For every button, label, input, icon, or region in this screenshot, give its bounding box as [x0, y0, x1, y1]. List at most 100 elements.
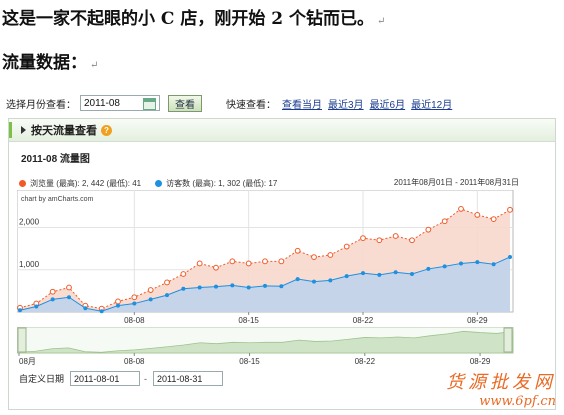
view-button[interactable]: 查看	[168, 94, 202, 112]
pv-dot-icon	[19, 179, 26, 187]
nav-tick-label: 08-22	[355, 357, 376, 365]
uv-point	[67, 295, 71, 300]
uv-point	[410, 272, 414, 276]
uv-point	[50, 297, 55, 302]
pv-point	[507, 206, 513, 213]
watermark-line-2: www.6pf.cn	[479, 394, 556, 409]
doc-text-2: 流量数据：	[2, 53, 87, 73]
y-tick-label: 1,000	[19, 260, 40, 269]
legend-item-uv[interactable]: 访客数 (最高): 1, 302 (最低): 17	[155, 178, 277, 189]
quick-link-6-months[interactable]: 最近6月	[370, 96, 406, 111]
pv-point	[278, 258, 285, 265]
uv-point	[279, 284, 284, 289]
calendar-icon[interactable]	[143, 98, 156, 110]
chart-title: 2011-08 流量图	[21, 154, 90, 165]
pv-point	[131, 294, 138, 301]
uv-point	[475, 260, 480, 265]
month-input[interactable]: 2011-08	[80, 95, 160, 111]
pv-point	[392, 233, 399, 239]
uv-point	[148, 297, 153, 302]
chart-legend: 浏览量 (最高): 2, 442 (最低): 41 访客数 (最高): 1, 3…	[19, 176, 519, 190]
pv-point	[409, 237, 415, 244]
month-label: 选择月份查看：	[6, 99, 76, 111]
pv-point	[147, 287, 154, 293]
uv-point	[508, 255, 512, 260]
pv-point	[294, 247, 301, 254]
x-tick-label: 08-15	[238, 316, 259, 325]
legend-uv-text: 访客数 (最高): 1, 302 (最低): 17	[166, 178, 278, 188]
x-tick-label: 08-29	[467, 316, 488, 325]
quick-link-12-months[interactable]: 最近12月	[411, 96, 452, 111]
pv-point	[327, 252, 334, 258]
plot-area[interactable]: chart by amCharts.com 1,000 2,000 08-08 08-1…	[16, 189, 515, 325]
date-separator: -	[144, 373, 148, 384]
pv-point	[180, 271, 187, 277]
pv-point	[441, 218, 448, 225]
uv-point	[83, 306, 88, 311]
pv-point	[490, 216, 497, 223]
uv-dot-icon	[155, 179, 163, 187]
navigator-chart[interactable]: 08月 08-08 08-15 08-22 08-29	[16, 326, 515, 366]
navigator-handle-left	[17, 327, 27, 353]
pv-point	[213, 264, 219, 271]
watermark: 货源批发网 www.6pf.cn	[446, 368, 556, 409]
custom-date-label: 自定义日期	[19, 374, 65, 384]
chart-credit: chart by amCharts.com	[21, 196, 94, 203]
x-tick-label: 08-22	[353, 316, 374, 325]
doc-line-1: 这是一家不起眼的小 C 店，刚开始 2 个钻而已。 ↵	[2, 4, 385, 29]
uv-point	[361, 271, 365, 276]
uv-point	[491, 262, 496, 267]
uv-point	[328, 278, 333, 283]
uv-point	[263, 283, 267, 288]
legend-item-pv[interactable]: 浏览量 (最高): 2, 442 (最低): 41	[19, 178, 141, 189]
pv-point	[360, 235, 366, 242]
quick-link-current-month[interactable]: 查看当月	[282, 96, 322, 111]
uv-point	[377, 272, 382, 277]
pv-point	[474, 211, 481, 218]
uv-point	[426, 266, 431, 271]
uv-point	[344, 274, 349, 279]
range-navigator[interactable]: 08月 08-08 08-15 08-22 08-29	[16, 326, 515, 366]
pv-point	[458, 205, 464, 212]
uv-point	[34, 304, 39, 309]
pv-point	[262, 258, 268, 265]
pv-point	[164, 279, 170, 286]
uv-point	[246, 285, 251, 290]
uv-point	[18, 308, 22, 313]
accent-bar	[9, 122, 12, 138]
panel-header: 按天流量查看 ?	[9, 119, 555, 142]
legend-pv-text: 浏览量 (最高): 2, 442 (最低): 41	[30, 178, 142, 188]
line-chart[interactable]: chart by amCharts.com 1,000 2,000 08-08 08-1…	[16, 189, 515, 325]
pv-point	[66, 284, 72, 291]
uv-point	[230, 283, 235, 288]
date-to-input[interactable]: 2011-08-31	[153, 371, 224, 386]
uv-point	[99, 309, 104, 314]
pv-point	[115, 298, 121, 305]
uv-point	[442, 264, 447, 269]
nav-tick-label: 08-29	[470, 357, 491, 365]
date-range-text: 2011年08月01日 - 2011年08月31日	[393, 178, 519, 187]
doc-line-2: 流量数据： ↵	[2, 48, 98, 73]
uv-point	[214, 284, 218, 289]
pv-point	[425, 226, 432, 233]
uv-point	[165, 293, 169, 298]
traffic-panel: 按天流量查看 ? 2011-08 流量图 浏览量 (最高): 2, 442 (最…	[8, 118, 556, 410]
date-from-input[interactable]: 2011-08-01	[70, 371, 141, 386]
uv-point	[295, 277, 300, 282]
uv-point	[197, 285, 202, 290]
help-icon[interactable]: ?	[101, 124, 112, 136]
uv-point	[393, 270, 398, 275]
uv-point	[132, 301, 137, 306]
panel-title: 按天流量查看	[31, 125, 97, 137]
uv-point	[116, 303, 120, 308]
pv-point	[245, 260, 252, 267]
pv-point	[229, 258, 236, 265]
pv-point	[49, 288, 56, 295]
collapse-triangle-icon[interactable]	[21, 126, 26, 134]
return-mark-icon: ↵	[377, 16, 386, 27]
toolbar: 选择月份查看： 2011-08 查看 快速查看： 查看当月 最近3月 最近6月 …	[6, 94, 556, 112]
quick-link-3-months[interactable]: 最近3月	[328, 96, 364, 111]
return-mark-icon: ↵	[90, 60, 99, 71]
doc-text-1: 这是一家不起眼的小 C 店，刚开始 2 个钻而已。	[2, 9, 375, 29]
pv-point	[196, 260, 203, 267]
